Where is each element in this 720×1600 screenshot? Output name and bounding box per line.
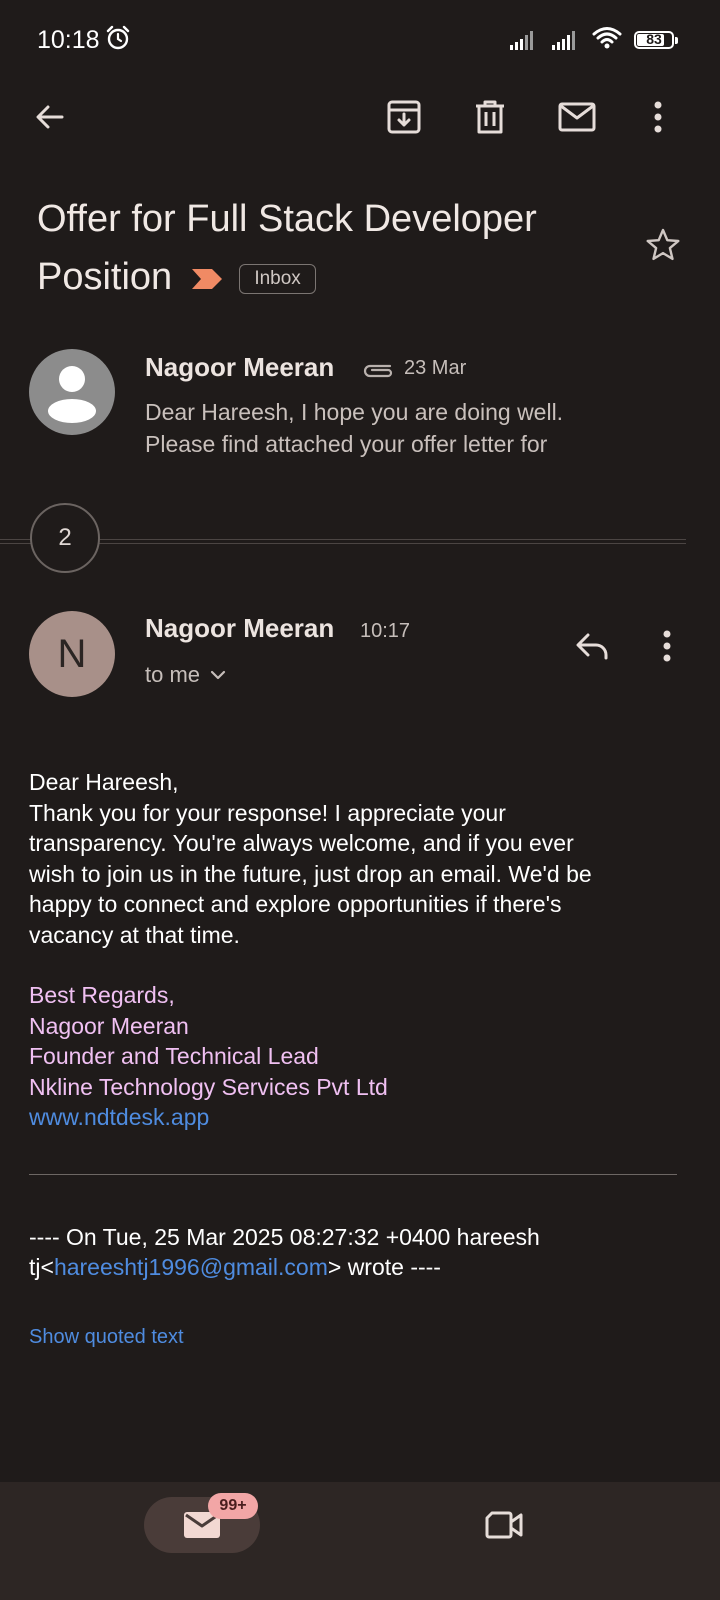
signature-title: Founder and Technical Lead <box>29 1043 319 1069</box>
message-snippet[interactable]: Dear Hareesh, I hope you are doing well.… <box>145 396 625 460</box>
battery-level: 83 <box>646 31 662 47</box>
archive-icon <box>387 100 421 134</box>
battery-icon: 83 <box>634 31 678 49</box>
nav-meet-tab[interactable] <box>478 1502 530 1548</box>
delete-button[interactable] <box>465 92 515 142</box>
more-vertical-icon <box>663 630 671 662</box>
show-quoted-text-link[interactable]: Show quoted text <box>29 1326 184 1349</box>
message-body: Dear Hareesh, Thank you for your respons… <box>29 767 679 1133</box>
snippet-line: Dear Hareesh, I hope you are doing well. <box>145 399 564 425</box>
message-time: 10:17 <box>360 620 411 642</box>
star-icon <box>646 228 680 261</box>
reply-icon <box>576 633 608 660</box>
sender-name[interactable]: Nagoor Meeran <box>145 613 334 644</box>
bottom-navigation <box>0 1482 720 1600</box>
signature-company: Nkline Technology Services Pvt Ltd <box>29 1073 388 1100</box>
quote-suffix: > wrote ---- <box>327 1254 441 1280</box>
important-marker-icon[interactable] <box>191 267 223 291</box>
label-chip-inbox[interactable]: Inbox <box>239 263 316 294</box>
status-bar: 10:18 83 <box>0 0 720 80</box>
snippet-line: Please find attached your offer letter f… <box>145 431 548 457</box>
alarm-icon <box>106 25 130 50</box>
thread-divider <box>0 539 686 540</box>
trash-icon <box>476 100 504 134</box>
message-more-button[interactable] <box>645 622 689 670</box>
unread-count-badge: 99+ <box>208 1493 258 1519</box>
message-date: 23 Mar <box>404 357 467 379</box>
quote-separator <box>29 1174 677 1175</box>
body-line: vacancy at that time. <box>29 921 240 948</box>
email-link[interactable]: hareeshtj1996@gmail.com <box>54 1254 328 1280</box>
signature-closing: Best Regards, <box>29 982 175 1008</box>
clock: 10:18 <box>37 26 100 54</box>
email-subject: Offer for Full Stack Developer Position … <box>37 190 637 306</box>
video-camera-icon <box>485 1511 523 1539</box>
body-line: happy to connect and explore opportuniti… <box>29 891 562 917</box>
arrow-left-icon <box>36 105 64 129</box>
archive-button[interactable] <box>379 92 429 142</box>
body-line: Dear Hareesh, <box>29 769 179 795</box>
wifi-icon <box>592 27 622 49</box>
quote-prefix: tj< <box>29 1254 54 1280</box>
signature-name: Nagoor Meeran <box>29 1012 189 1039</box>
more-vertical-icon <box>654 101 662 133</box>
body-line: transparency. You're always welcome, and… <box>29 830 574 856</box>
signal-icon <box>510 31 533 50</box>
signal-icon <box>552 31 575 50</box>
recipient-label: to me <box>145 662 201 687</box>
mail-icon <box>558 102 596 132</box>
attachment-icon <box>363 364 393 378</box>
person-icon <box>48 366 96 423</box>
body-line: wish to join us in the future, just drop… <box>29 860 592 887</box>
more-options-button[interactable] <box>635 92 681 142</box>
hidden-messages-count[interactable]: 2 <box>30 503 100 573</box>
quote-header: ---- On Tue, 25 Mar 2025 08:27:32 +0400 … <box>29 1222 679 1282</box>
star-button[interactable] <box>640 222 686 268</box>
mark-unread-button[interactable] <box>551 92 603 142</box>
thread-divider <box>0 543 686 544</box>
sender-name[interactable]: Nagoor Meeran <box>145 352 334 383</box>
avatar <box>29 349 115 435</box>
website-link[interactable]: www.ndtdesk.app <box>29 1102 679 1133</box>
reply-button[interactable] <box>568 622 616 670</box>
chevron-down-icon <box>210 670 226 680</box>
body-line: Thank you for your response! I appreciat… <box>29 799 506 826</box>
quote-line: ---- On Tue, 25 Mar 2025 08:27:32 +0400 … <box>29 1224 540 1250</box>
sender-avatar: N <box>29 611 115 697</box>
recipient-details-toggle[interactable]: to me <box>145 662 226 688</box>
back-button[interactable] <box>25 92 75 142</box>
